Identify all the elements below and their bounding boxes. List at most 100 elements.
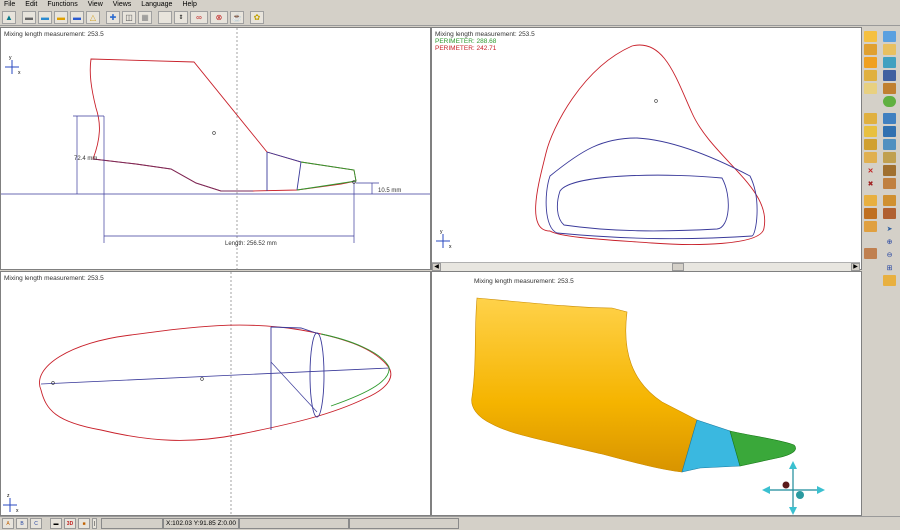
menu-view[interactable]: View xyxy=(88,0,103,10)
outer-red-section xyxy=(535,44,766,245)
shoe-flat-icon[interactable] xyxy=(883,178,896,189)
shoe-top-icon[interactable]: ▬ xyxy=(38,11,52,24)
axis-x-label: x xyxy=(18,70,21,76)
view-gizmo-icon[interactable] xyxy=(762,461,825,515)
chain-icon[interactable]: ∞ xyxy=(190,11,208,24)
grid-blue-icon[interactable] xyxy=(883,126,896,137)
shoe-orange-icon[interactable] xyxy=(864,57,877,68)
compass-icon[interactable]: ✚ xyxy=(106,11,120,24)
shoe-blue-icon[interactable]: ▬ xyxy=(70,11,84,24)
scroll-left-icon[interactable]: ◀ xyxy=(432,263,441,271)
fold-icon[interactable] xyxy=(864,113,877,124)
main-toolbar: ▲ ▬ ▬ ▬ ▬ △ ✚ ◫ ▦ ⇕ ∞ ⊗ ☕ ✿ xyxy=(0,10,900,26)
status-3d-icon[interactable]: 3D xyxy=(64,518,76,529)
section-hscrollbar[interactable]: ◀ ▶ xyxy=(432,262,860,271)
status-a-icon[interactable]: A xyxy=(2,518,14,529)
pointer-icon[interactable]: ➤ xyxy=(883,223,896,234)
shoe-dark-icon[interactable] xyxy=(883,70,896,81)
axis-x-label: x xyxy=(449,244,452,250)
menu-bar: File Edit Functions View Views Language … xyxy=(0,0,900,10)
center-axis-line xyxy=(40,367,390,385)
bag-icon[interactable] xyxy=(864,248,877,259)
menu-file[interactable]: File xyxy=(4,0,15,10)
heel-pair-icon[interactable] xyxy=(864,208,877,219)
inner-blue-section xyxy=(556,174,729,232)
pin-icon[interactable] xyxy=(864,139,877,150)
height-label: 72.4 mm xyxy=(74,156,97,162)
menu-views[interactable]: Views xyxy=(113,0,132,10)
split-icon[interactable]: ◫ xyxy=(122,11,136,24)
box-icon[interactable] xyxy=(883,113,896,124)
menu-help[interactable]: Help xyxy=(182,0,196,10)
toe-section-ellipse xyxy=(309,332,325,418)
stepper-icon[interactable]: ⇕ xyxy=(174,11,188,24)
zoom-fit-icon[interactable]: ⊞ xyxy=(883,262,896,273)
wood-icon[interactable] xyxy=(883,208,896,219)
section-view-panel[interactable]: Mixing length measurement: 253.5 PERIMET… xyxy=(431,27,862,270)
last-blue-icon[interactable] xyxy=(883,31,896,42)
top-view-panel[interactable]: Mixing length measurement: 253.5 x z xyxy=(0,271,431,516)
cut-icon[interactable] xyxy=(883,83,896,94)
status-field-2 xyxy=(239,518,349,529)
status-blank-field xyxy=(101,518,163,529)
side-view-panel[interactable]: Mixing length measurement: 253.5 x y 72.… xyxy=(0,27,431,270)
last-bottom-line xyxy=(92,158,253,192)
cross-x-icon[interactable]: ✕ xyxy=(864,165,877,176)
last-green-toe xyxy=(729,430,796,467)
zoom-out-icon[interactable]: ⊖ xyxy=(883,249,896,260)
zoom-in-icon[interactable]: ⊕ xyxy=(883,236,896,247)
layers-icon[interactable] xyxy=(883,139,896,150)
scroll-thumb[interactable] xyxy=(672,263,684,271)
blank-icon[interactable] xyxy=(158,11,172,24)
tape-icon[interactable] xyxy=(864,83,877,94)
menu-edit[interactable]: Edit xyxy=(25,0,37,10)
bug-icon[interactable]: ✿ xyxy=(250,11,264,24)
status-bar-icon[interactable]: | xyxy=(92,518,97,529)
shoe-heel-icon[interactable] xyxy=(883,152,896,163)
measure-icon[interactable] xyxy=(864,70,877,81)
status-cube-icon[interactable]: ■ xyxy=(78,518,90,529)
sole-icon[interactable] xyxy=(883,44,896,55)
menu-language[interactable]: Language xyxy=(141,0,172,10)
axis-gizmo-icon xyxy=(436,234,450,248)
chain-cross-icon[interactable]: ⊗ xyxy=(210,11,228,24)
axis-gizmo-icon xyxy=(3,498,17,512)
foot-icon[interactable]: ▲ xyxy=(2,11,16,24)
heel-icon[interactable] xyxy=(864,44,877,55)
grid-icon[interactable]: ▦ xyxy=(138,11,152,24)
status-b-icon[interactable]: B xyxy=(16,518,28,529)
shoe-small-icon[interactable] xyxy=(883,275,896,286)
shoe-side-icon[interactable]: ▬ xyxy=(22,11,36,24)
last-outline xyxy=(89,58,357,192)
last-yellow-icon[interactable] xyxy=(864,31,877,42)
leaf-icon[interactable] xyxy=(883,96,896,107)
top-view-drawing: x z xyxy=(3,272,392,515)
last-side-icon[interactable] xyxy=(883,195,896,206)
coordinates-readout: X:102.03 Y:91.85 Z:0.00 xyxy=(163,518,239,529)
side-view-drawing: x y 72.4 mm 10.5 mm Length: 256.52 mm xyxy=(1,28,430,269)
slipper-icon[interactable] xyxy=(864,221,877,232)
top-outline xyxy=(39,324,392,441)
status-bar: A B C ▬ 3D ■ | X:102.03 Y:91.85 Z:0.00 xyxy=(0,516,900,530)
status-field-3 xyxy=(349,518,459,529)
toe-cap-icon[interactable] xyxy=(864,195,877,206)
scroll-right-icon[interactable]: ▶ xyxy=(851,263,860,271)
render-3d-panel[interactable]: Mixing length measurement: 253.5 xyxy=(431,271,862,516)
cross-stitch-icon[interactable]: ✖ xyxy=(864,178,877,189)
shoe-brown-icon[interactable] xyxy=(883,165,896,176)
cup-icon[interactable]: ☕ xyxy=(230,11,244,24)
middle-blue-section xyxy=(545,137,758,240)
length-label: Length: 256.52 mm xyxy=(225,241,277,247)
section-view-drawing: x y xyxy=(436,44,766,250)
vamp-blue-line xyxy=(266,151,302,191)
plane-icon[interactable]: △ xyxy=(86,11,100,24)
status-c-icon[interactable]: C xyxy=(30,518,42,529)
status-shoe-icon[interactable]: ▬ xyxy=(50,518,62,529)
toe-green-line xyxy=(296,161,357,191)
shoe-teal-icon[interactable] xyxy=(883,57,896,68)
menu-functions[interactable]: Functions xyxy=(47,0,77,10)
arrow-icon[interactable] xyxy=(864,152,877,163)
shoe-yellow-icon[interactable]: ▬ xyxy=(54,11,68,24)
axis-gizmo-icon xyxy=(5,60,19,74)
mirror-icon[interactable] xyxy=(864,126,877,137)
